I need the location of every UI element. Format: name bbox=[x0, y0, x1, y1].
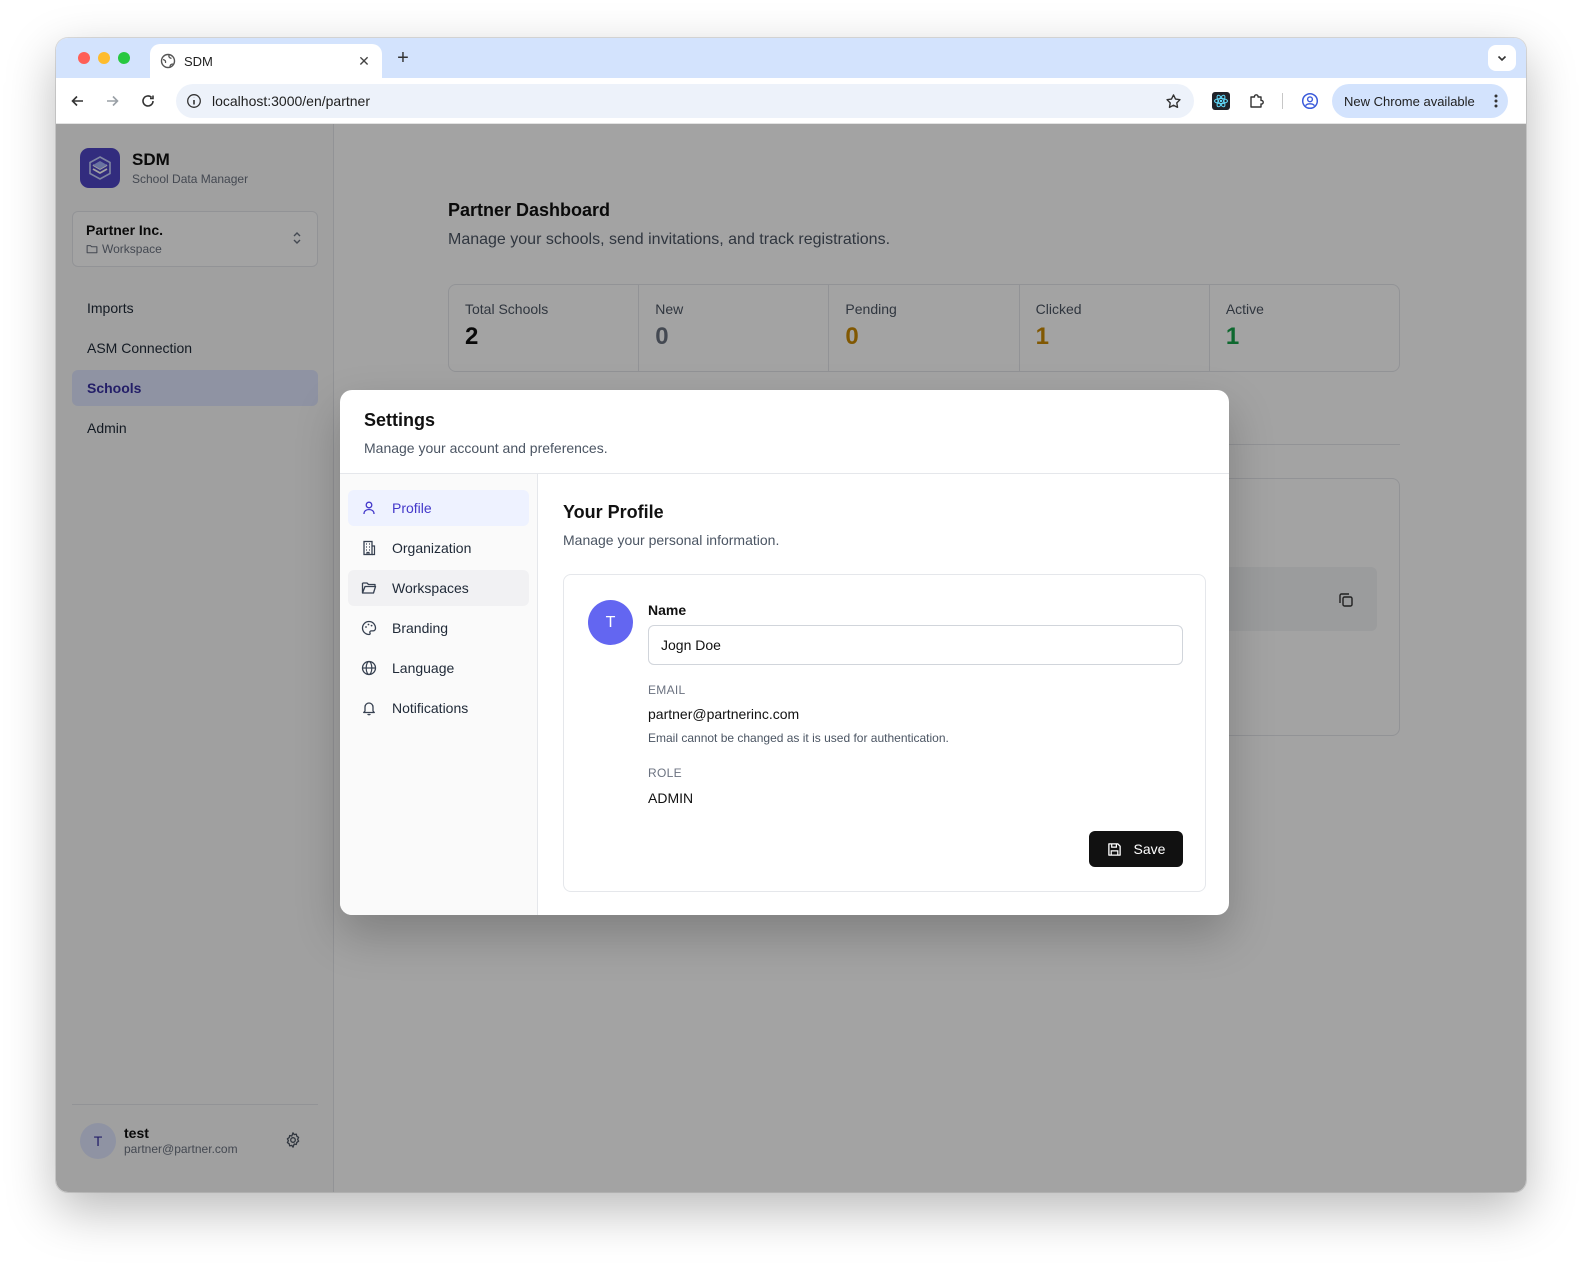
save-label: Save bbox=[1133, 841, 1166, 857]
settings-nav-workspaces[interactable]: Workspaces bbox=[348, 570, 529, 606]
chrome-update-label: New Chrome available bbox=[1344, 93, 1475, 109]
building-icon bbox=[363, 540, 376, 556]
settings-nav-label: Workspaces bbox=[392, 580, 469, 596]
settings-nav: Profile Organization Workspaces Branding… bbox=[340, 474, 538, 915]
user-icon bbox=[363, 501, 375, 515]
dialog-header: Settings Manage your account and prefere… bbox=[340, 390, 1229, 474]
section-subtitle: Manage your personal information. bbox=[563, 532, 780, 548]
url-text: localhost:3000/en/partner bbox=[212, 93, 370, 109]
close-window-button[interactable] bbox=[78, 52, 90, 64]
profile-icon[interactable] bbox=[1299, 90, 1321, 112]
tab-close-icon[interactable]: ✕ bbox=[356, 53, 372, 70]
dialog-subtitle: Manage your account and preferences. bbox=[364, 440, 608, 456]
globe-icon bbox=[361, 660, 377, 676]
settings-nav-notifications[interactable]: Notifications bbox=[348, 690, 529, 726]
settings-nav-label: Language bbox=[392, 660, 455, 676]
profile-card: T Name EMAIL partner@partnerinc.com Emai… bbox=[563, 574, 1206, 892]
new-tab-button[interactable]: + bbox=[392, 47, 414, 70]
palette-icon bbox=[361, 620, 377, 636]
reload-icon bbox=[142, 95, 154, 107]
settings-nav-profile[interactable]: Profile bbox=[348, 490, 529, 526]
chrome-update-button[interactable]: New Chrome available bbox=[1332, 84, 1508, 118]
site-info-icon[interactable] bbox=[186, 93, 202, 109]
settings-nav-label: Organization bbox=[392, 540, 472, 556]
settings-dialog: Settings Manage your account and prefere… bbox=[340, 390, 1229, 915]
save-icon bbox=[1107, 842, 1121, 856]
email-hint: Email cannot be changed as it is used fo… bbox=[648, 731, 949, 745]
tab-search-button[interactable] bbox=[1488, 45, 1516, 71]
settings-nav-branding[interactable]: Branding bbox=[348, 610, 529, 646]
profile-section: Your Profile Manage your personal inform… bbox=[539, 474, 1229, 915]
globe-icon bbox=[160, 53, 176, 69]
app-viewport: SDM School Data Manager Partner Inc. Wor… bbox=[56, 124, 1526, 1192]
address-bar[interactable]: localhost:3000/en/partner bbox=[176, 84, 1194, 118]
react-devtools-icon[interactable] bbox=[1210, 90, 1232, 112]
email-caption: EMAIL bbox=[648, 683, 686, 697]
dialog-title: Settings bbox=[364, 410, 436, 430]
chevron-down-icon bbox=[1497, 55, 1507, 62]
browser-toolbar: localhost:3000/en/partner New Chrome ava… bbox=[56, 78, 1526, 124]
forward-button[interactable] bbox=[102, 91, 122, 111]
arrow-left-icon bbox=[71, 95, 83, 107]
extensions-icon[interactable] bbox=[1246, 90, 1268, 112]
reload-button[interactable] bbox=[138, 91, 158, 111]
save-button[interactable]: Save bbox=[1089, 831, 1183, 867]
star-icon[interactable] bbox=[1165, 93, 1182, 110]
settings-nav-label: Profile bbox=[392, 500, 432, 516]
email-value: partner@partnerinc.com bbox=[648, 706, 800, 722]
name-label: Name bbox=[648, 602, 687, 618]
back-button[interactable] bbox=[68, 91, 88, 111]
kebab-menu-icon bbox=[1494, 94, 1498, 108]
settings-nav-label: Branding bbox=[392, 620, 449, 636]
role-caption: ROLE bbox=[648, 766, 682, 780]
toolbar-divider bbox=[1282, 93, 1283, 109]
tab-title: SDM bbox=[184, 53, 213, 69]
settings-nav-language[interactable]: Language bbox=[348, 650, 529, 686]
name-input[interactable] bbox=[648, 625, 1183, 665]
minimize-window-button[interactable] bbox=[98, 52, 110, 64]
bell-icon bbox=[363, 702, 375, 716]
role-value: ADMIN bbox=[648, 790, 694, 806]
browser-window: SDM ✕ + localhost:3000/en/partner New Ch… bbox=[56, 38, 1526, 1192]
tab-bar: SDM ✕ + bbox=[56, 38, 1526, 78]
browser-tab[interactable]: SDM ✕ bbox=[150, 44, 382, 78]
arrow-right-icon bbox=[107, 95, 119, 107]
settings-nav-label: Notifications bbox=[392, 700, 469, 716]
settings-nav-organization[interactable]: Organization bbox=[348, 530, 529, 566]
maximize-window-button[interactable] bbox=[118, 52, 130, 64]
folder-icon bbox=[361, 582, 377, 594]
section-title: Your Profile bbox=[563, 502, 664, 522]
avatar[interactable]: T bbox=[588, 600, 633, 645]
